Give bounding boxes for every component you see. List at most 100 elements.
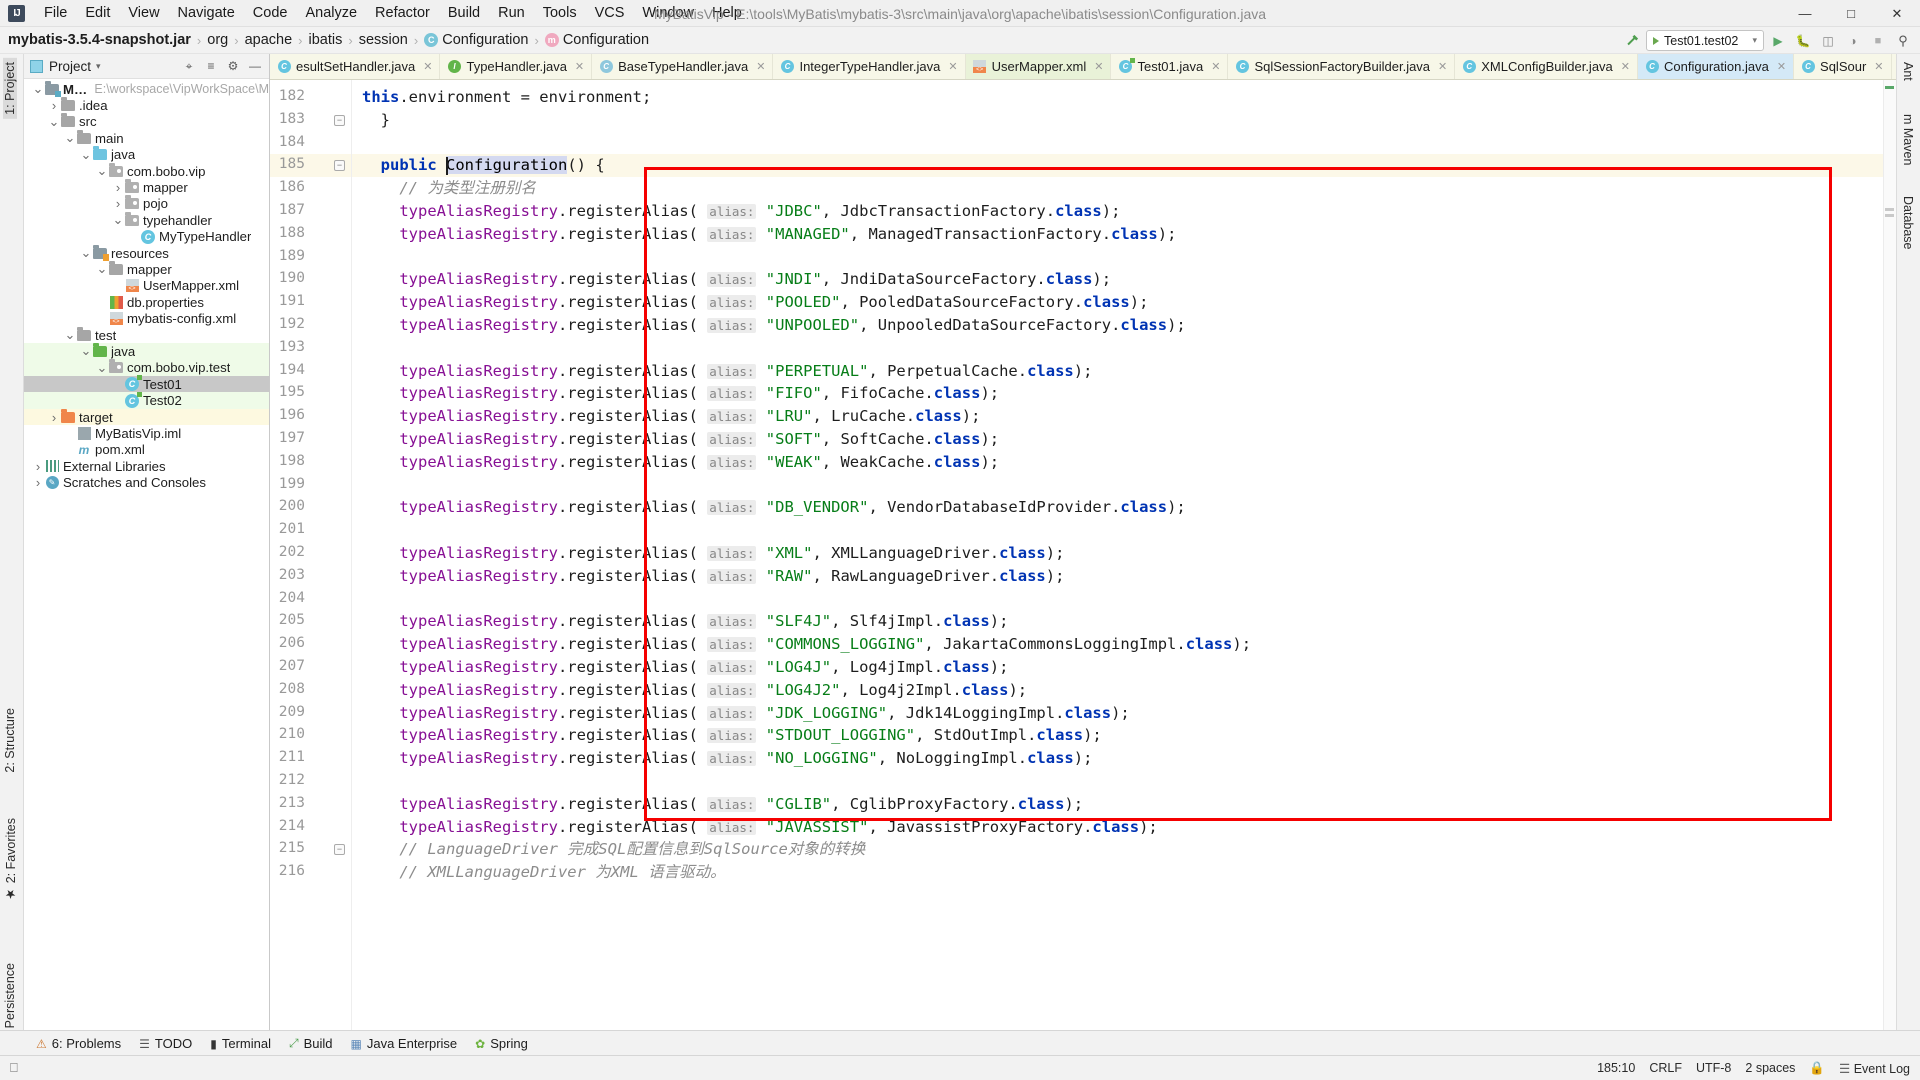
bottom-tool-build[interactable]: ⤢Build [281,1033,341,1053]
line-number[interactable]: 199 [270,476,305,492]
event-log-label[interactable]: ☰ Event Log [1839,1061,1910,1076]
chevron-down-icon[interactable]: ⌄ [32,86,44,92]
bottom-tool-spring[interactable]: ✿Spring [467,1034,536,1053]
tree-node-mybatis-config-xml[interactable]: mybatis-config.xml [24,310,269,326]
file-encoding[interactable]: UTF-8 [1696,1061,1731,1075]
breadcrumb-item-session[interactable]: session [355,31,412,49]
maximize-button[interactable]: □ [1828,0,1874,27]
menu-file[interactable]: File [35,2,76,24]
tree-node-test02[interactable]: CTest02 [24,392,269,408]
menu-build[interactable]: Build [439,2,489,24]
hide-icon[interactable]: — [245,56,265,76]
tree-node-pojo[interactable]: ›pojo [24,196,269,212]
tree-node-test[interactable]: ⌄test [24,327,269,343]
chevron-down-icon[interactable]: ⌄ [96,168,108,174]
editor-tab-test01-java[interactable]: CTest01.java✕ [1111,54,1228,79]
line-number[interactable]: 216 [270,863,305,879]
menu-run[interactable]: Run [489,2,534,24]
bottom-tool-java-enterprise[interactable]: ▦Java Enterprise [343,1034,466,1053]
editor-tab-xmlconfigbuilder-java[interactable]: CXMLConfigBuilder.java✕ [1455,54,1638,79]
line-number[interactable]: 207 [270,658,305,674]
line-number[interactable]: 191 [270,293,305,309]
editor-gutter[interactable]: 182183−184185−18618718818919019119219319… [270,80,352,1055]
lock-icon[interactable]: 🔒 [1809,1061,1825,1076]
editor-tab-esultsethandler-java[interactable]: CesultSetHandler.java✕ [270,54,440,79]
line-number[interactable]: 185 [270,156,305,172]
hammer-icon[interactable] [1621,30,1643,51]
breadcrumb-item-org[interactable]: org [203,31,232,49]
chevron-right-icon[interactable]: › [48,410,60,425]
menu-tools[interactable]: Tools [534,2,586,24]
line-number[interactable]: 200 [270,498,305,514]
editor-tab-usermapper-xml[interactable]: UserMapper.xml✕ [966,54,1112,79]
close-icon[interactable]: ✕ [1211,60,1220,73]
chevron-down-icon[interactable]: ⌄ [64,332,76,338]
menu-help[interactable]: Help [703,2,751,24]
line-number[interactable]: 208 [270,681,305,697]
editor-tab-typehandler-java[interactable]: ITypeHandler.java✕ [440,54,592,79]
search-everywhere-icon[interactable]: ⚲ [1892,30,1914,51]
stop-button[interactable]: ■ [1867,30,1889,51]
chevron-down-icon[interactable]: ⌄ [80,348,92,354]
tree-node-mytypehandler[interactable]: CMyTypeHandler [24,229,269,245]
chevron-right-icon[interactable]: › [112,180,124,195]
line-number[interactable]: 193 [270,339,305,355]
tree-node-mybatisvip-iml[interactable]: MyBatisVip.iml [24,425,269,441]
close-icon[interactable]: ✕ [756,60,765,73]
chevron-down-icon[interactable]: ⌄ [96,266,108,272]
coverage-button[interactable]: ◫ [1817,30,1839,51]
line-number[interactable]: 187 [270,202,305,218]
project-panel-title[interactable]: Project ▾ [49,59,101,74]
chevron-right-icon[interactable]: › [32,475,44,490]
stripe-persistence[interactable]: Persistence [3,959,17,1032]
stripe-ant[interactable]: Ant [1901,58,1915,85]
editor-tab-integertypehandler-java[interactable]: CIntegerTypeHandler.java✕ [773,54,965,79]
tree-node-usermapper-xml[interactable]: UserMapper.xml [24,278,269,294]
line-number[interactable]: 214 [270,818,305,834]
menu-analyze[interactable]: Analyze [296,2,366,24]
line-number[interactable]: 190 [270,270,305,286]
line-number[interactable]: 196 [270,407,305,423]
chevron-down-icon[interactable]: ⌄ [96,365,108,371]
tree-node-src[interactable]: ⌄src [24,114,269,130]
line-number[interactable]: 186 [270,179,305,195]
line-number[interactable]: 201 [270,521,305,537]
code-fold-toggle[interactable]: − [334,844,345,855]
collapse-all-icon[interactable]: ≡ [201,56,221,76]
tree-node-scratches-and-consoles[interactable]: ›✎Scratches and Consoles [24,474,269,490]
tree-node-test01[interactable]: CTest01 [24,376,269,392]
line-number[interactable]: 213 [270,795,305,811]
minimize-button[interactable]: — [1782,0,1828,27]
chevron-down-icon[interactable]: ⌄ [112,217,124,223]
run-button[interactable]: ▶ [1767,30,1789,51]
close-icon[interactable]: ✕ [1438,60,1447,73]
menu-view[interactable]: View [119,2,168,24]
stripe-project[interactable]: 1: Project [3,58,17,119]
run-configuration-selector[interactable]: Test01.test02 ▾ [1646,30,1764,51]
tree-node-com-bobo-vip[interactable]: ⌄com.bobo.vip [24,163,269,179]
breadcrumb-item-apache[interactable]: apache [241,31,297,49]
stripe-structure[interactable]: 2: Structure [3,704,17,777]
line-number[interactable]: 209 [270,704,305,720]
chevron-down-icon[interactable]: ⌄ [48,119,60,125]
tree-node-target[interactable]: ›target [24,409,269,425]
event-log-icon[interactable]: ⎕ [10,1060,18,1076]
indent-setting[interactable]: 2 spaces [1745,1061,1795,1075]
line-number[interactable]: 198 [270,453,305,469]
code-fold-toggle[interactable]: − [334,160,345,171]
line-number[interactable]: 188 [270,225,305,241]
locate-icon[interactable]: ⌖ [179,56,199,76]
tree-node-com-bobo-vip-test[interactable]: ⌄com.bobo.vip.test [24,360,269,376]
tree-node-main[interactable]: ⌄main [24,130,269,146]
line-number[interactable]: 195 [270,384,305,400]
editor-marker-bar[interactable] [1883,80,1896,1055]
tree-node--idea[interactable]: ›.idea [24,97,269,113]
line-number[interactable]: 210 [270,726,305,742]
tree-node-typehandler[interactable]: ⌄typehandler [24,212,269,228]
line-number[interactable]: 215 [270,840,305,856]
caret-position[interactable]: 185:10 [1597,1061,1635,1075]
line-number[interactable]: 183 [270,111,305,127]
menu-edit[interactable]: Edit [76,2,119,24]
close-button[interactable]: ✕ [1874,0,1920,27]
close-icon[interactable]: ✕ [575,60,584,73]
